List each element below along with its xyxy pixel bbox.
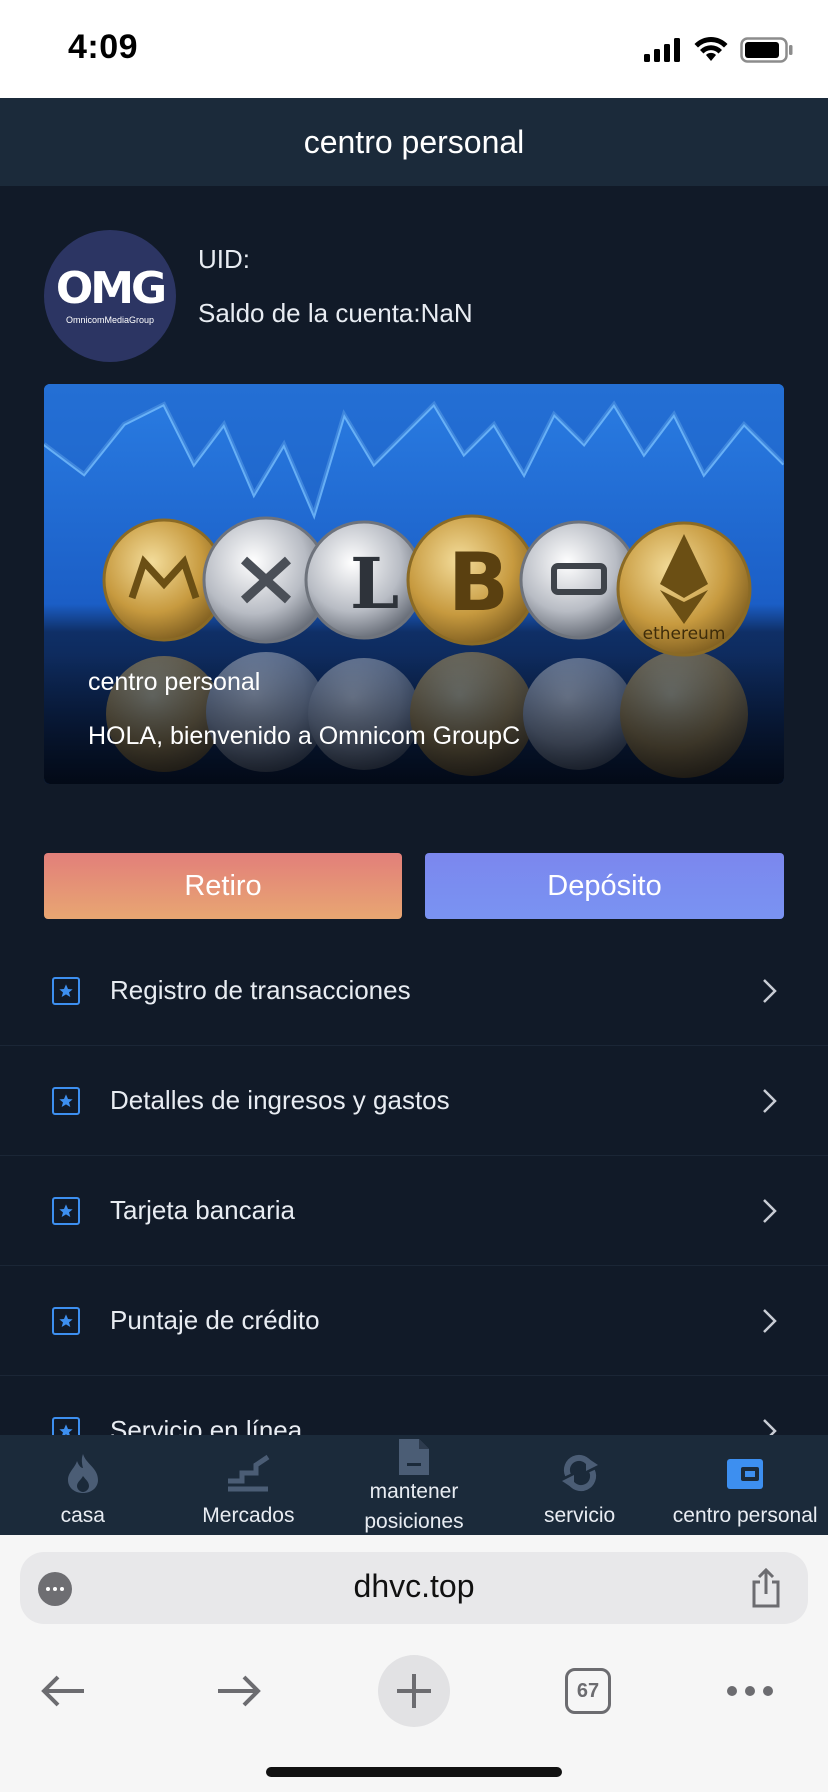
- menu-item-income-expenses[interactable]: Detalles de ingresos y gastos: [0, 1046, 828, 1156]
- tab-servicio[interactable]: servicio: [497, 1435, 663, 1535]
- star-square-icon: [52, 1086, 80, 1115]
- banner-caption-title: centro personal: [88, 668, 261, 696]
- more-button[interactable]: [714, 1655, 786, 1727]
- tab-mercados[interactable]: Mercados: [166, 1435, 332, 1535]
- chevron-right-icon: [763, 1198, 777, 1223]
- share-icon[interactable]: [750, 1568, 782, 1608]
- withdraw-button[interactable]: Retiro: [44, 853, 402, 919]
- account-balance: Saldo de la cuenta:NaN: [198, 298, 473, 328]
- arrow-right-icon: [218, 1675, 261, 1707]
- svg-text:L: L: [350, 542, 399, 625]
- wallet-icon: [727, 1459, 764, 1489]
- banner-caption-text: HOLA, bienvenido a Omnicom GroupC: [88, 722, 521, 750]
- browser-chrome: dhvc.top 67: [0, 1535, 828, 1792]
- forward-button[interactable]: [202, 1655, 274, 1727]
- profile-section: OMG OmnicomMediaGroup UID: Saldo de la c…: [44, 230, 784, 362]
- home-indicator: [266, 1767, 562, 1777]
- deposit-button[interactable]: Depósito: [425, 853, 784, 919]
- new-tab-button[interactable]: [378, 1655, 450, 1727]
- menu-item-label: Registro de transacciones: [110, 975, 411, 1005]
- refresh-icon: [561, 1454, 598, 1492]
- menu-item-label: Puntaje de crédito: [110, 1305, 320, 1335]
- avatar-logo-text: OMG: [55, 263, 167, 314]
- menu-list: Registro de transacciones Detalles de in…: [0, 936, 828, 1486]
- menu-item-transactions[interactable]: Registro de transacciones: [0, 936, 828, 1046]
- arrow-left-icon: [41, 1675, 84, 1707]
- stairs-icon: [228, 1454, 270, 1492]
- menu-item-label: Tarjeta bancaria: [110, 1195, 295, 1225]
- wifi-icon: [694, 37, 728, 61]
- tab-label: centro personal: [672, 1504, 818, 1527]
- plus-icon: [397, 1674, 431, 1708]
- tab-label: Mercados: [202, 1504, 295, 1527]
- page-title: centro personal: [303, 123, 525, 160]
- more-dots-icon: [727, 1686, 773, 1696]
- back-button[interactable]: [28, 1655, 100, 1727]
- chevron-right-icon: [763, 978, 777, 1003]
- star-square-icon: [52, 976, 80, 1005]
- avatar-logo-subtitle: OmnicomMediaGroup: [65, 315, 155, 325]
- url-text: dhvc.top: [353, 1568, 475, 1604]
- phone-screen: 4:09 centro personal OMG OmnicomMediaGro…: [0, 0, 828, 1792]
- menu-item-bank-card[interactable]: Tarjeta bancaria: [0, 1156, 828, 1266]
- star-square-icon: [52, 1306, 80, 1335]
- star-square-icon: [52, 1196, 80, 1225]
- tab-label: mantener posiciones: [364, 1480, 464, 1533]
- status-time: 4:09: [68, 28, 139, 66]
- tab-centro-personal[interactable]: centro personal: [662, 1435, 828, 1535]
- tab-mantener-posiciones[interactable]: mantener posiciones: [331, 1435, 497, 1535]
- battery-icon: [740, 37, 793, 63]
- document-icon: [398, 1439, 429, 1475]
- tab-label: servicio: [543, 1504, 616, 1527]
- ethereum-coin-text: ethereum: [643, 624, 726, 644]
- flame-icon: [67, 1454, 98, 1493]
- cellular-signal-icon: [644, 38, 680, 62]
- chevron-right-icon: [763, 1088, 777, 1113]
- tab-count: 67: [565, 1668, 611, 1714]
- status-bar: 4:09: [0, 0, 828, 98]
- page-header: centro personal: [0, 98, 828, 186]
- status-icons: [644, 36, 794, 64]
- welcome-banner: L B ethereum centro personal HOLA, bienv…: [44, 384, 784, 784]
- tab-casa[interactable]: casa: [0, 1435, 166, 1535]
- bottom-tab-bar: casa Mercados mantener posiciones servic…: [0, 1435, 828, 1535]
- svg-text:B: B: [448, 536, 509, 629]
- browser-toolbar: 67: [0, 1635, 828, 1745]
- avatar[interactable]: OMG OmnicomMediaGroup: [44, 230, 176, 362]
- menu-item-credit-score[interactable]: Puntaje de crédito: [0, 1266, 828, 1376]
- tab-label: casa: [60, 1504, 105, 1527]
- address-bar[interactable]: dhvc.top: [20, 1552, 808, 1624]
- app-content: centro personal OMG OmnicomMediaGroup UI…: [0, 98, 828, 1535]
- chevron-right-icon: [763, 1308, 777, 1333]
- uid-label: UID:: [198, 244, 250, 274]
- tabs-button[interactable]: 67: [552, 1655, 624, 1727]
- menu-item-label: Detalles de ingresos y gastos: [110, 1085, 450, 1115]
